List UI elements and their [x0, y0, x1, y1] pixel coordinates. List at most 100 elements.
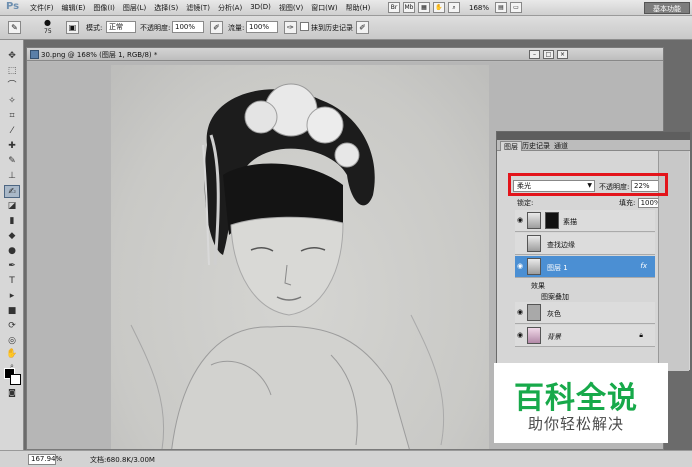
layer-row[interactable]: 查找边缘: [515, 233, 655, 255]
minimize-icon[interactable]: –: [529, 50, 540, 59]
layer-name: 图层 1: [547, 264, 568, 272]
watermark-logo: 百科全说 助你轻松解决: [494, 363, 668, 443]
menu-3d[interactable]: 3D(D): [250, 3, 271, 13]
pressure-opacity-icon[interactable]: ✐: [210, 21, 223, 34]
menu-window[interactable]: 窗口(W): [311, 3, 337, 13]
document-info[interactable]: 文档:680.8K/3.00M: [90, 455, 155, 465]
panel-header-strip: [497, 132, 690, 140]
fill-row: 填充: 100%: [619, 198, 662, 208]
screen-mode-icon[interactable]: ▭: [510, 2, 523, 13]
brush-panel-toggle-icon[interactable]: ▣: [66, 21, 79, 34]
arrange-documents-icon[interactable]: ▤: [495, 2, 508, 13]
effects-label: 效果: [531, 282, 545, 290]
eye-icon[interactable]: ◉: [517, 308, 523, 316]
healing-brush-tool-icon[interactable]: ✚: [4, 140, 20, 153]
gradient-tool-icon[interactable]: ▮: [4, 215, 20, 228]
zoom-field[interactable]: 167.94%: [28, 454, 62, 465]
3d-rotate-tool-icon[interactable]: ⟳: [4, 320, 20, 333]
highlight-box: [508, 173, 668, 196]
layer-thumbnail: [527, 258, 541, 275]
fx-badge[interactable]: fx: [640, 262, 647, 270]
mini-bridge-icon[interactable]: Mb: [403, 2, 415, 13]
bridge-icon[interactable]: Br: [388, 2, 400, 13]
layer-row[interactable]: ◉ 素描: [515, 210, 655, 232]
layer-row-selected[interactable]: ◉ 图层 1 fx: [515, 256, 655, 278]
background-color-swatch[interactable]: [10, 374, 21, 385]
lasso-tool-icon[interactable]: ⌒: [4, 80, 20, 93]
layer-row[interactable]: ◉ 灰色: [515, 302, 655, 324]
quick-mask-icon[interactable]: ◙: [4, 386, 20, 399]
pattern-overlay-effect[interactable]: 图案叠加: [541, 292, 569, 302]
menu-edit[interactable]: 编辑(E): [62, 3, 86, 13]
type-tool-icon[interactable]: T: [4, 275, 20, 288]
photoshop-logo: Ps: [6, 1, 20, 12]
tab-channels[interactable]: 通道: [551, 141, 571, 151]
blur-tool-icon[interactable]: ◆: [4, 230, 20, 243]
quick-selection-tool-icon[interactable]: ✧: [4, 95, 20, 108]
tab-history[interactable]: 历史记录: [519, 141, 553, 151]
layer-row[interactable]: ◉ 背景 🔒︎: [515, 325, 655, 347]
menu-image[interactable]: 图像(I): [93, 3, 115, 13]
pressure-size-icon[interactable]: ✐: [356, 21, 369, 34]
brush-dot-icon[interactable]: ●: [44, 18, 51, 27]
eye-icon[interactable]: ◉: [517, 331, 523, 339]
layer-thumbnail: [527, 304, 541, 321]
3d-orbit-tool-icon[interactable]: ◎: [4, 335, 20, 348]
history-brush-tool-icon[interactable]: ✍: [4, 185, 20, 198]
eraser-tool-icon[interactable]: ◪: [4, 200, 20, 213]
menu-analysis[interactable]: 分析(A): [218, 3, 242, 13]
eyedropper-tool-icon[interactable]: ⁄: [4, 125, 20, 138]
zoom-tool-icon[interactable]: ⌕: [448, 2, 460, 13]
document-icon: [30, 50, 39, 59]
erase-to-history-checkbox[interactable]: [300, 22, 309, 31]
layer-name: 查找边缘: [547, 241, 575, 249]
mode-select[interactable]: 正常: [106, 21, 136, 33]
menu-filter[interactable]: 滤镜(T): [186, 3, 210, 13]
layer-thumbnail: [527, 212, 541, 229]
watermark-subtitle: 助你轻松解决: [528, 415, 625, 433]
app-zoom-level[interactable]: 168%: [469, 4, 489, 12]
path-selection-tool-icon[interactable]: ▸: [4, 290, 20, 303]
lock-icon: 🔒︎: [639, 331, 643, 339]
dodge-tool-icon[interactable]: ●: [4, 245, 20, 258]
document-title[interactable]: 30.png @ 168% (图层 1, RGB/8) *: [41, 50, 157, 60]
brush-tool-icon[interactable]: ✎: [4, 155, 20, 168]
crop-tool-icon[interactable]: ⌗: [4, 110, 20, 123]
workspace-button[interactable]: 基本功能: [644, 2, 690, 14]
brush-tool-preset-icon[interactable]: ✎: [8, 21, 21, 34]
menu-view[interactable]: 视图(V): [279, 3, 303, 13]
layer-thumbnail: [527, 235, 541, 252]
menu-select[interactable]: 选择(S): [154, 3, 178, 13]
menu-items: 文件(F) 编辑(E) 图像(I) 图层(L) 选择(S) 滤镜(T) 分析(A…: [30, 3, 378, 13]
close-icon[interactable]: ×: [557, 50, 568, 59]
opacity-label: 不透明度:: [140, 24, 171, 32]
toolbox: ✥ ⬚ ⌒ ✧ ⌗ ⁄ ✚ ✎ ⊥ ✍ ◪ ▮ ◆ ● ✒ T ▸ ■ ⟳ ◎ …: [0, 40, 24, 450]
panel-tabs: 图层 历史记录 通道: [497, 140, 690, 151]
opacity-input[interactable]: 100%: [172, 21, 204, 33]
view-extras-icon[interactable]: ▦: [418, 2, 430, 13]
eye-icon[interactable]: ◉: [517, 216, 523, 224]
document-canvas[interactable]: [111, 65, 489, 449]
menu-file[interactable]: 文件(F): [30, 3, 54, 13]
fill-label: 填充:: [619, 199, 636, 207]
hand-tool-icon[interactable]: ✋: [433, 2, 445, 13]
options-bar: ✎ ● 75 ▣ 模式: 正常 不透明度: 100% ✐ 流量: 100% ✑ …: [0, 16, 692, 40]
sketch-portrait-image: [130, 83, 445, 449]
airbrush-icon[interactable]: ✑: [284, 21, 297, 34]
shape-tool-icon[interactable]: ■: [4, 305, 20, 318]
document-title-bar: 30.png @ 168% (图层 1, RGB/8) * – □ ×: [27, 48, 663, 61]
maximize-icon[interactable]: □: [543, 50, 554, 59]
eye-icon[interactable]: ◉: [517, 262, 523, 270]
app-bar-icons: Br Mb ▦ ✋ ⌕ 168% ▤ ▭: [388, 2, 525, 13]
marquee-tool-icon[interactable]: ⬚: [4, 65, 20, 78]
menu-help[interactable]: 帮助(H): [346, 3, 371, 13]
status-bar: 167.94% 文档:680.8K/3.00M: [0, 450, 692, 467]
move-tool-icon[interactable]: ✥: [4, 50, 20, 63]
erase-to-history-label: 抹到历史记录: [311, 24, 353, 32]
layer-mask-thumbnail[interactable]: [545, 212, 559, 229]
pen-tool-icon[interactable]: ✒: [4, 260, 20, 273]
menu-layer[interactable]: 图层(L): [123, 3, 146, 13]
clone-stamp-tool-icon[interactable]: ⊥: [4, 170, 20, 183]
flow-input[interactable]: 100%: [246, 21, 278, 33]
lock-label: 锁定:: [517, 199, 534, 207]
